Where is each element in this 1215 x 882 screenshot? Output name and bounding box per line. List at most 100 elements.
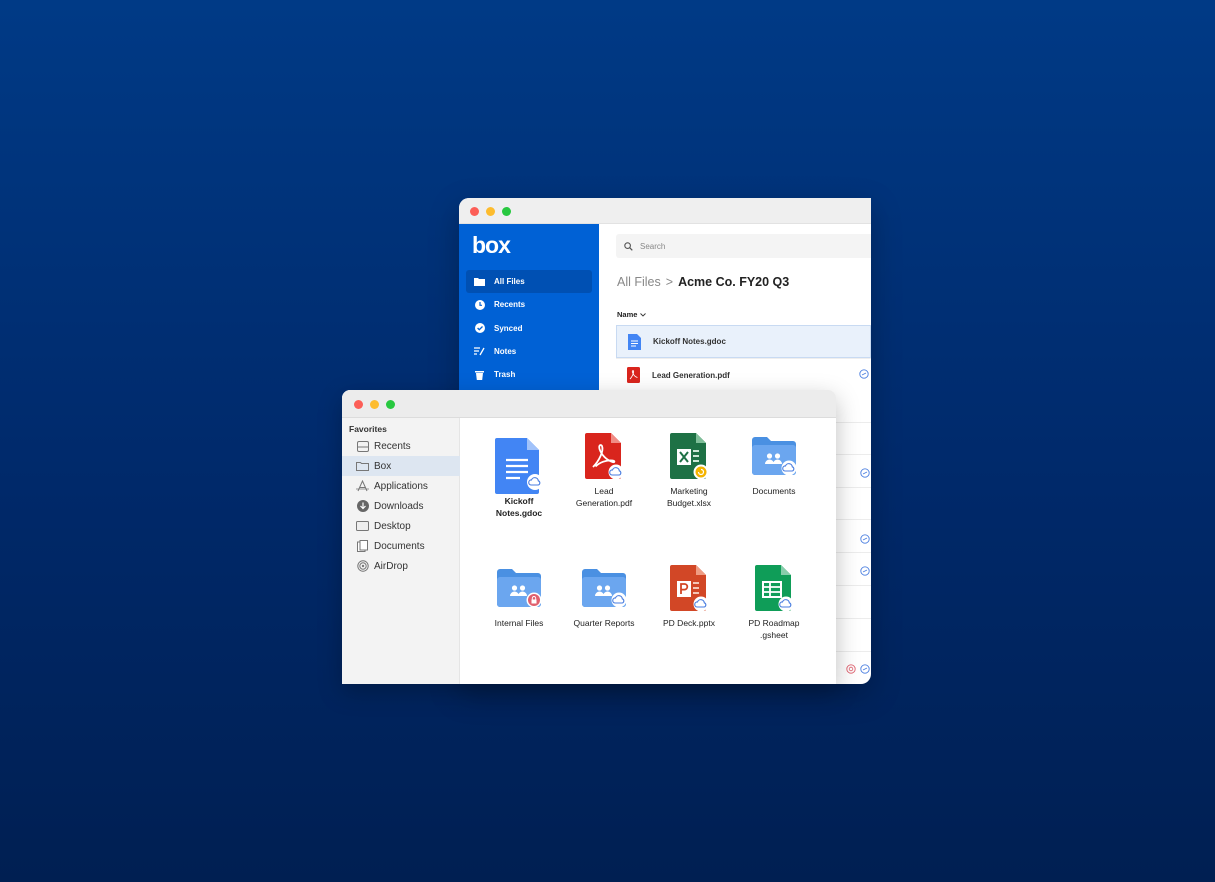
pdf-file-icon — [627, 367, 640, 383]
clock-icon — [474, 299, 485, 310]
folder-icon — [356, 460, 369, 472]
box-nav: All Files Recents Synced Notes Trash — [466, 270, 592, 386]
xlsx-file-icon — [646, 428, 732, 484]
sidebar-item-label: Recents — [374, 440, 411, 452]
shared-folder-icon — [561, 560, 647, 616]
finder-titlebar — [342, 390, 836, 418]
chevron-down-icon — [640, 310, 647, 319]
notes-icon — [474, 346, 485, 357]
file-item-label: Quarter Reports — [573, 618, 635, 628]
file-item-internal-files[interactable]: Internal Files — [476, 560, 562, 630]
gsheet-file-icon — [731, 560, 817, 616]
sidebar-item-label: Trash — [494, 370, 516, 380]
sidebar-item-documents[interactable]: Documents — [342, 536, 460, 556]
maximize-window-button[interactable] — [386, 400, 395, 409]
favorites-list: Recents Box Applications Downloads Deskt… — [342, 436, 460, 576]
box-titlebar — [459, 198, 871, 224]
name-column-header[interactable]: Name — [617, 310, 647, 319]
sidebar-item-applications[interactable]: Applications — [342, 476, 460, 496]
close-window-button[interactable] — [470, 207, 479, 216]
minimize-window-button[interactable] — [370, 400, 379, 409]
sidebar-item-label: Notes — [494, 346, 517, 356]
sidebar-item-desktop[interactable]: Desktop — [342, 516, 460, 536]
row-divider — [831, 519, 871, 520]
sidebar-item-box[interactable]: Box — [342, 456, 460, 476]
file-name: Lead Generation.pdf — [652, 370, 730, 380]
sidebar-item-notes[interactable]: Notes — [466, 340, 592, 363]
sidebar-item-label: Documents — [374, 540, 425, 552]
sidebar-item-recents[interactable]: Recents — [342, 436, 460, 456]
sidebar-item-label: Applications — [374, 480, 428, 492]
file-item-label: PD Deck.pptx — [663, 618, 715, 628]
column-header-label: Name — [617, 310, 638, 319]
file-row[interactable]: Lead Generation.pdf — [616, 358, 871, 391]
sync-icon — [860, 661, 870, 674]
finder-sidebar: Favorites Recents Box Applications Downl… — [342, 418, 460, 684]
row-divider — [831, 487, 871, 488]
sidebar-item-label: Downloads — [374, 500, 424, 512]
recents-icon — [356, 440, 369, 452]
row-divider — [831, 422, 871, 423]
file-list: Kickoff Notes.gdoc Lead Generation.pdf — [616, 325, 871, 391]
favorites-heading: Favorites — [349, 424, 387, 434]
file-item-pd-deck[interactable]: PD Deck.pptx — [646, 560, 732, 630]
row-divider — [831, 651, 871, 652]
row-divider — [831, 454, 871, 455]
sidebar-item-recents[interactable]: Recents — [466, 293, 592, 316]
breadcrumb-root[interactable]: All Files — [617, 275, 661, 289]
file-item-label: Marketing Budget.xlsx — [667, 486, 711, 508]
close-window-button[interactable] — [354, 400, 363, 409]
locked-folder-icon — [476, 560, 562, 616]
box-logo: box — [472, 232, 511, 258]
sync-icon — [860, 563, 870, 576]
search-placeholder: Search — [640, 241, 666, 251]
sync-icon — [860, 531, 870, 544]
gdoc-file-icon — [628, 333, 641, 350]
minimize-window-button[interactable] — [486, 207, 495, 216]
file-item-label: Kickoff Notes.gdoc — [495, 496, 543, 518]
trash-icon — [474, 369, 485, 380]
airdrop-icon — [356, 560, 369, 572]
shared-link-icon — [846, 661, 856, 674]
shared-folder-icon — [731, 428, 817, 484]
finder-window: Favorites Recents Box Applications Downl… — [342, 390, 836, 684]
sidebar-item-label: Desktop — [374, 520, 411, 532]
sync-icon — [859, 369, 869, 379]
sync-icon — [860, 465, 870, 478]
row-divider — [831, 618, 871, 619]
file-row[interactable]: Kickoff Notes.gdoc — [616, 325, 871, 358]
check-circle-icon — [474, 323, 485, 334]
file-item-label: Lead Generation.pdf — [575, 486, 633, 508]
sidebar-item-label: Recents — [494, 300, 526, 310]
file-item-documents-folder[interactable]: Documents — [731, 428, 817, 498]
file-item-marketing-budget[interactable]: Marketing Budget.xlsx — [646, 428, 732, 509]
search-input[interactable]: Search — [616, 234, 871, 258]
sidebar-item-all-files[interactable]: All Files — [466, 270, 592, 293]
file-item-kickoff-notes[interactable]: Kickoff Notes.gdoc — [476, 438, 562, 519]
sidebar-item-trash[interactable]: Trash — [466, 363, 592, 386]
pptx-file-icon — [646, 560, 732, 616]
sidebar-item-label: All Files — [494, 277, 525, 286]
sidebar-item-downloads[interactable]: Downloads — [342, 496, 460, 516]
breadcrumb-separator: > — [665, 275, 674, 289]
maximize-window-button[interactable] — [502, 207, 511, 216]
file-item-label: Documents — [752, 486, 796, 496]
sidebar-item-label: Synced — [494, 323, 523, 333]
file-item-label: Internal Files — [494, 618, 544, 628]
row-divider — [831, 585, 871, 586]
gdoc-file-icon — [476, 438, 562, 494]
file-item-quarter-reports[interactable]: Quarter Reports — [561, 560, 647, 630]
finder-file-grid: Kickoff Notes.gdoc Lead Generation.pdf M… — [460, 418, 836, 684]
pdf-file-icon — [561, 428, 647, 484]
sidebar-item-airdrop[interactable]: AirDrop — [342, 556, 460, 576]
file-item-label: PD Roadmap .gsheet — [748, 618, 800, 640]
file-item-pd-roadmap[interactable]: PD Roadmap .gsheet — [731, 560, 817, 641]
row-divider — [831, 552, 871, 553]
sidebar-item-label: AirDrop — [374, 560, 408, 572]
breadcrumb: All Files > Acme Co. FY20 Q3 — [617, 275, 789, 289]
download-icon — [356, 500, 369, 512]
breadcrumb-current: Acme Co. FY20 Q3 — [678, 275, 790, 289]
sidebar-item-synced[interactable]: Synced — [466, 317, 592, 340]
applications-icon — [356, 480, 369, 492]
file-item-lead-generation[interactable]: Lead Generation.pdf — [561, 428, 647, 509]
